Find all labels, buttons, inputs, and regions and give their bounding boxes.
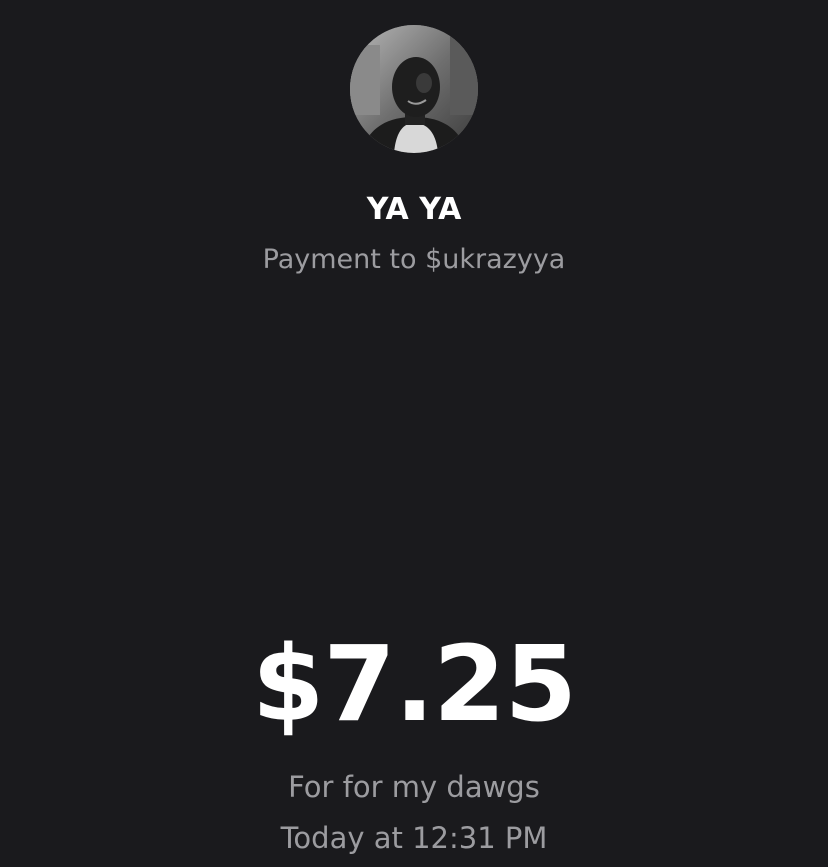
payment-amount: $7.25 — [252, 623, 577, 745]
payment-recipient-cashtag: Payment to $ukrazyya — [262, 244, 566, 275]
recipient-name: YA YA — [366, 192, 462, 227]
payment-timestamp: Today at 12:31 PM — [280, 821, 548, 855]
payment-note: For for my dawgs — [288, 770, 540, 804]
profile-photo-icon — [350, 25, 478, 153]
avatar[interactable] — [350, 25, 478, 153]
